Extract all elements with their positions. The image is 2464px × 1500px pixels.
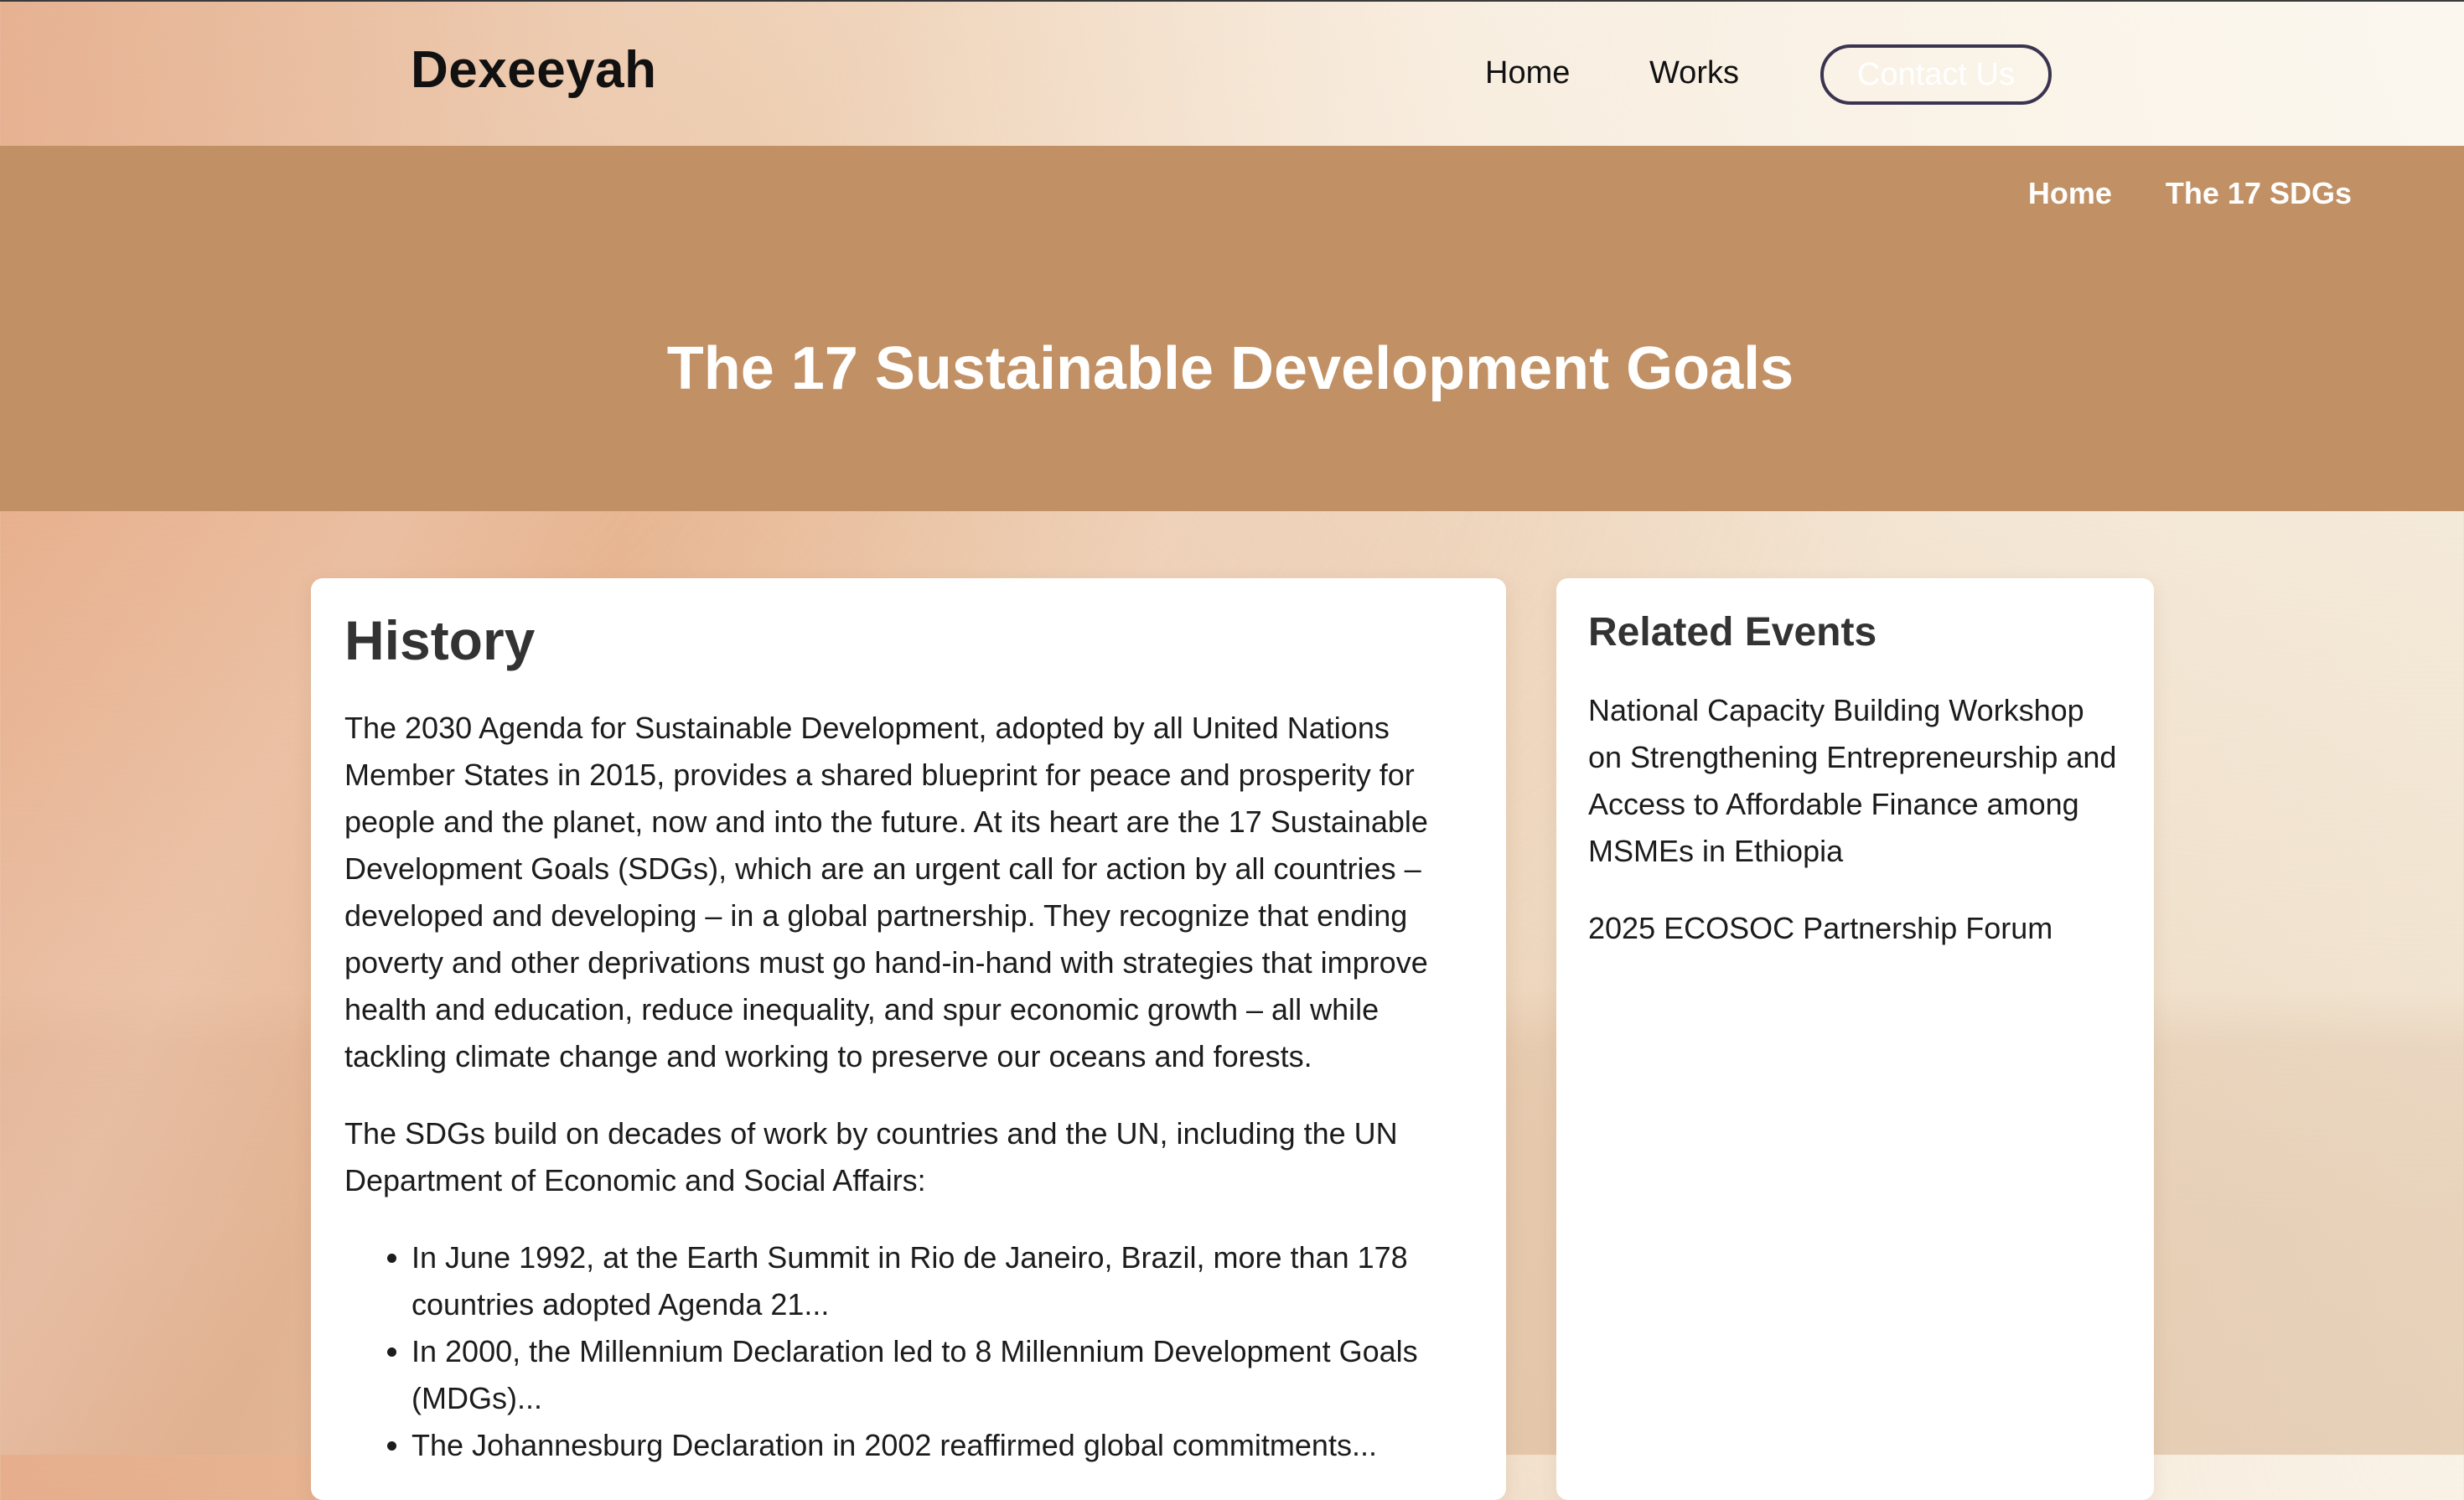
history-bullet-list: In June 1992, at the Earth Summit in Rio… — [344, 1234, 1473, 1469]
history-paragraph: The SDGs build on decades of work by cou… — [344, 1116, 1398, 1198]
site-logo[interactable]: Dexeeyah — [411, 40, 657, 100]
hero-banner: Home The 17 SDGs The 17 Sustainable Deve… — [0, 146, 2464, 511]
event-link[interactable]: 2025 ECOSOC Partnership Forum — [1588, 905, 2122, 952]
history-card: History The 2030 Agenda for Sustainable … — [311, 578, 1506, 1500]
site-header: Dexeeyah Home Works Contact Us — [0, 0, 2464, 146]
history-bullet-item: The Johannesburg Declaration in 2002 rea… — [412, 1422, 1473, 1469]
related-events-card: Related Events National Capacity Buildin… — [1556, 578, 2154, 1500]
history-paragraph: The 2030 Agenda for Sustainable Developm… — [344, 711, 1428, 1074]
history-bullet-item: In June 1992, at the Earth Summit in Rio… — [412, 1234, 1473, 1328]
history-bullet-item: In 2000, the Millennium Declaration led … — [412, 1328, 1473, 1422]
nav-works-link[interactable]: Works — [1649, 55, 1739, 91]
event-link[interactable]: National Capacity Building Workshop on S… — [1588, 687, 2122, 875]
contact-us-button[interactable]: Contact Us — [1820, 44, 2052, 105]
breadcrumb: Home The 17 SDGs — [2028, 176, 2352, 211]
history-heading: History — [344, 609, 536, 671]
nav-home-link[interactable]: Home — [1485, 55, 1570, 91]
page-title: The 17 Sustainable Development Goals — [666, 335, 1794, 402]
breadcrumb-home[interactable]: Home — [2028, 176, 2112, 211]
breadcrumb-current[interactable]: The 17 SDGs — [2166, 176, 2352, 211]
related-events-heading: Related Events — [1588, 610, 1877, 654]
